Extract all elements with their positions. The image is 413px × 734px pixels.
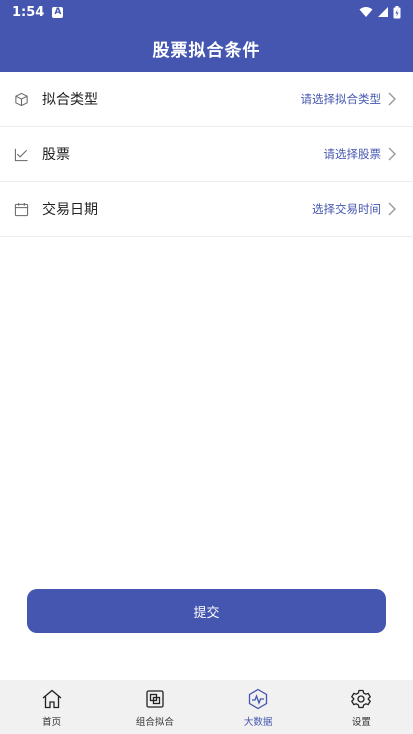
tab-settings-label: 设置: [351, 717, 371, 728]
bottom-tab-bar: 首页 组合拟合 大数据 设置: [0, 680, 413, 734]
tab-big-data-label: 大数据: [243, 717, 273, 728]
chevron-right-icon: [388, 92, 396, 106]
fit-type-value: 请选择拟合类型: [300, 92, 382, 106]
stock-row[interactable]: 股票 请选择股票: [0, 127, 413, 182]
page-title: 股票拟合条件: [152, 40, 261, 61]
status-right-icons: [359, 5, 401, 19]
submit-button[interactable]: 提交: [27, 589, 386, 633]
wifi-icon: [359, 7, 373, 17]
chevron-right-icon: [388, 202, 396, 216]
battery-icon: [393, 5, 401, 18]
tab-big-data[interactable]: 大数据: [207, 680, 310, 734]
trade-date-value: 选择交易时间: [312, 202, 381, 216]
fit-type-row[interactable]: 拟合类型 请选择拟合类型: [0, 72, 413, 127]
pulse-icon: [248, 688, 268, 710]
gear-icon: [351, 689, 372, 709]
tab-settings[interactable]: 设置: [310, 680, 413, 734]
status-bar: 1:54 A: [0, 0, 413, 24]
home-icon: [42, 689, 62, 709]
tab-home[interactable]: 首页: [0, 680, 103, 734]
tab-home-label: 首页: [42, 717, 62, 728]
calendar-icon: [13, 201, 29, 217]
trade-date-row[interactable]: 交易日期 选择交易时间: [0, 182, 413, 237]
cube-icon: [13, 91, 29, 107]
tab-combo-fit[interactable]: 组合拟合: [103, 680, 206, 734]
chart-check-icon: [13, 146, 29, 162]
fit-type-label: 拟合类型: [42, 92, 98, 108]
app-bar: 股票拟合条件: [0, 24, 413, 72]
stock-value: 请选择股票: [323, 147, 382, 161]
stock-label: 股票: [42, 147, 70, 163]
layers-icon: [146, 690, 164, 708]
submit-button-label: 提交: [193, 605, 220, 621]
status-time: 1:54: [12, 4, 45, 20]
cell-signal-icon: [378, 7, 388, 17]
chevron-right-icon: [388, 147, 396, 161]
tab-combo-fit-label: 组合拟合: [135, 717, 174, 728]
notification-a-icon: A: [52, 6, 64, 18]
trade-date-label: 交易日期: [42, 202, 98, 218]
